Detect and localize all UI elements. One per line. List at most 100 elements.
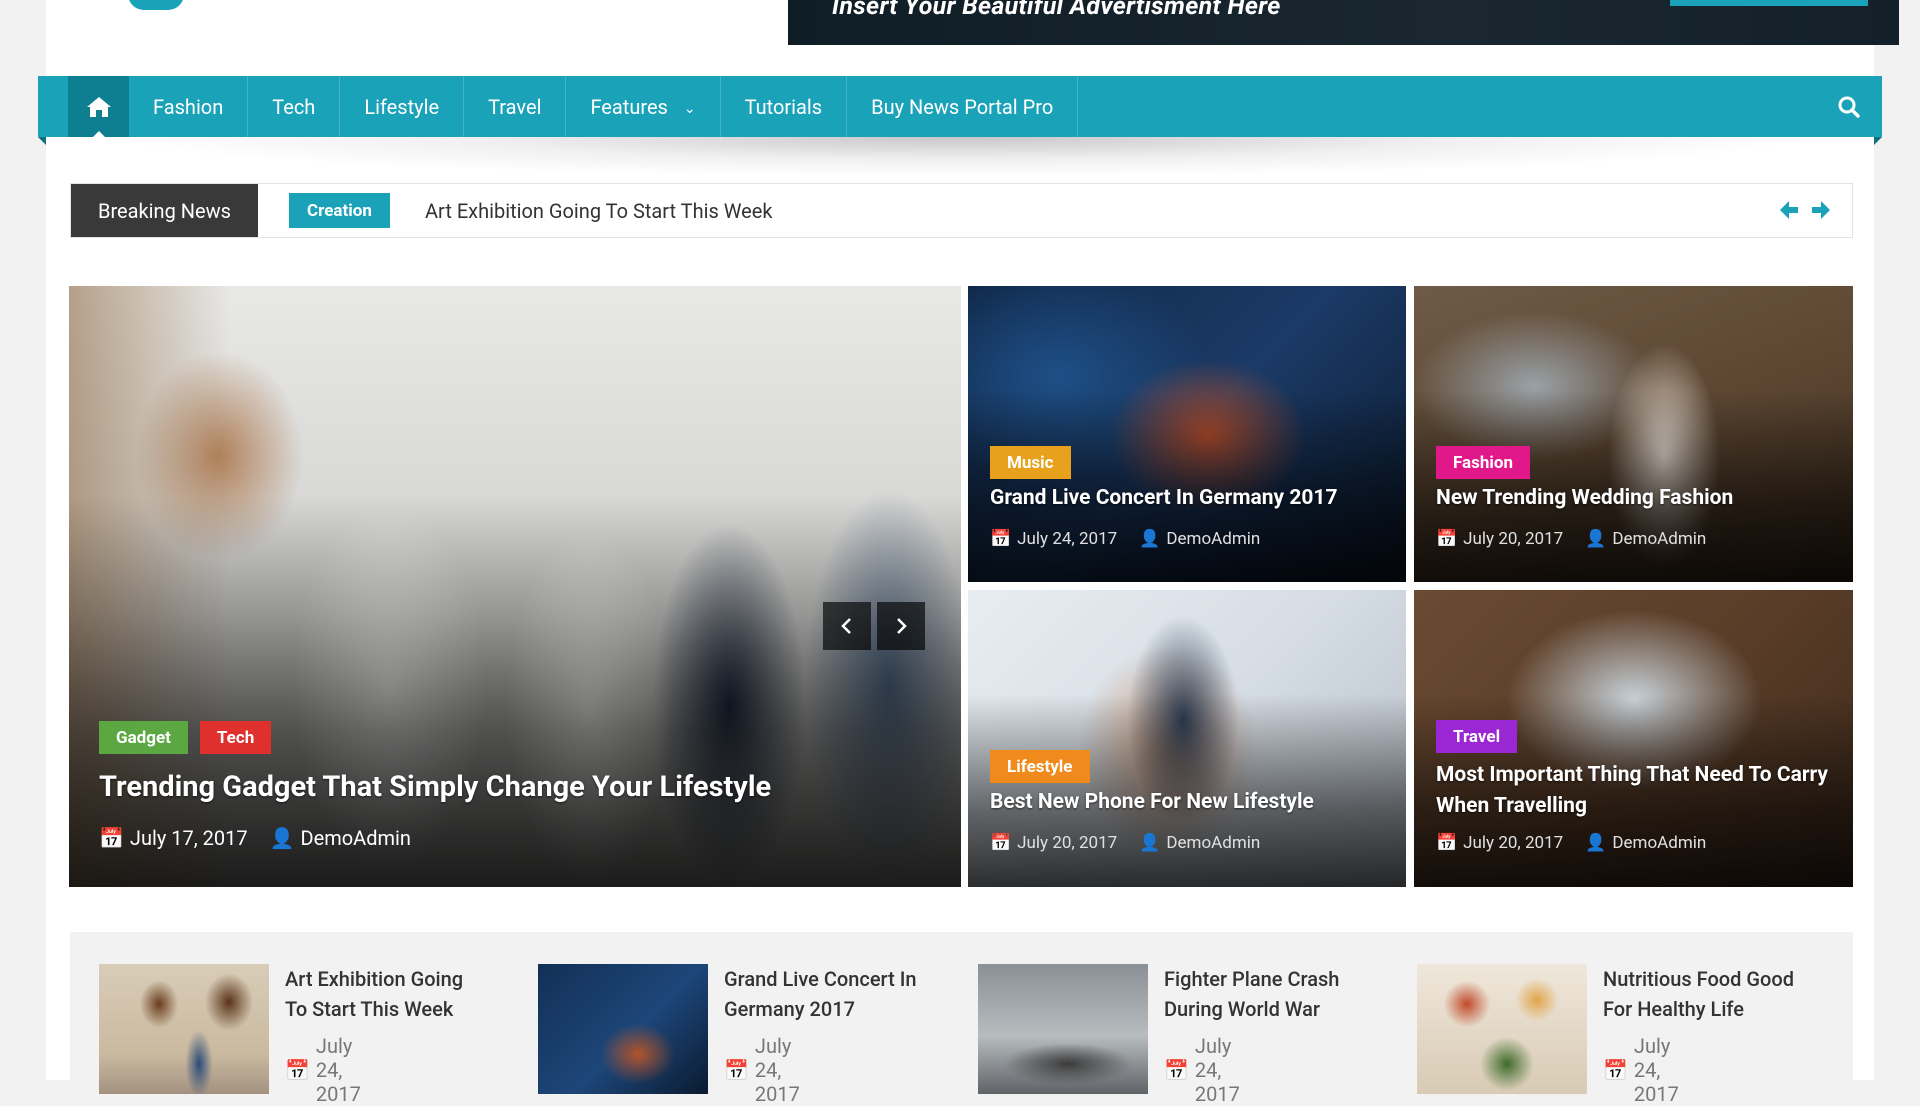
nav-item-label: Tutorials (744, 94, 823, 119)
nav-item-label: Buy News Portal Pro (871, 94, 1054, 119)
nav-item-label: Lifestyle (364, 94, 440, 119)
list-item-date: 📅 July 24, 2017 (724, 1034, 800, 1106)
post-meta: 📅 July 20, 2017 👤 DemoAdmin (1436, 529, 1706, 549)
nav-home-button[interactable] (68, 76, 129, 138)
post-title[interactable]: Most Important Thing That Need To Carry … (1436, 760, 1836, 822)
breaking-news-ticker: Breaking News Creation Art Exhibition Go… (70, 183, 1853, 238)
post-tags: Lifestyle (990, 750, 1090, 783)
post-meta: 📅 July 17, 2017 👤 DemoAdmin (99, 826, 411, 850)
calendar-icon: 📅 (990, 833, 1012, 853)
tag-fashion[interactable]: Fashion (1436, 446, 1531, 479)
post-date[interactable]: July 24, 2017 (755, 1034, 800, 1106)
post-date[interactable]: July 20, 2017 (1463, 833, 1563, 853)
post-tags: Travel (1436, 720, 1518, 753)
list-item-title[interactable]: Nutritious Food Good For Healthy Life (1603, 964, 1803, 1024)
nav-item-travel[interactable]: Travel (464, 76, 567, 137)
user-icon: 👤 (1585, 529, 1607, 549)
post-thumbnail[interactable] (99, 964, 269, 1094)
post-title[interactable]: Trending Gadget That Simply Change Your … (99, 770, 919, 804)
featured-card[interactable]: Fashion New Trending Wedding Fashion 📅 Ju… (1414, 286, 1853, 582)
nav-item-label: Fashion (153, 94, 224, 119)
nav-fold-left (38, 137, 46, 145)
search-icon[interactable] (1836, 94, 1862, 120)
tag-music[interactable]: Music (990, 446, 1071, 479)
arrow-left-icon[interactable] (1778, 198, 1800, 222)
calendar-icon: 📅 (1603, 1058, 1628, 1082)
post-title[interactable]: New Trending Wedding Fashion (1436, 486, 1836, 510)
main-navigation: Fashion Tech Lifestyle Travel Features ⌄ … (38, 76, 1882, 138)
calendar-icon: 📅 (990, 529, 1012, 549)
slider-next-button[interactable] (877, 602, 925, 650)
featured-card[interactable]: Lifestyle Best New Phone For New Lifesty… (968, 590, 1406, 887)
list-item-date: 📅 July 24, 2017 (1164, 1034, 1240, 1106)
post-meta: 📅 July 20, 2017 👤 DemoAdmin (1436, 833, 1706, 853)
home-icon (86, 96, 111, 117)
nav-item-tech[interactable]: Tech (248, 76, 341, 137)
user-icon: 👤 (1139, 833, 1161, 853)
nav-item-label: Travel (488, 94, 542, 119)
ticker-headline[interactable]: Art Exhibition Going To Start This Week (425, 184, 773, 237)
calendar-icon: 📅 (724, 1058, 749, 1082)
list-item-title[interactable]: Grand Live Concert In Germany 2017 (724, 964, 924, 1024)
post-meta: 📅 July 20, 2017 👤 DemoAdmin (990, 833, 1260, 853)
post-thumbnail[interactable] (538, 964, 708, 1094)
list-item-date: 📅 July 24, 2017 (285, 1034, 361, 1106)
ticker-category-tag[interactable]: Creation (289, 193, 390, 228)
calendar-icon: 📅 (1436, 833, 1458, 853)
post-author[interactable]: DemoAdmin (301, 826, 411, 850)
breaking-news-label: Breaking News (71, 184, 258, 237)
list-item-date: 📅 July 24, 2017 (1603, 1034, 1679, 1106)
nav-item-buy-pro[interactable]: Buy News Portal Pro (847, 76, 1079, 137)
user-icon: 👤 (1139, 529, 1161, 549)
chevron-left-icon (841, 618, 851, 634)
post-date[interactable]: July 17, 2017 (130, 826, 248, 850)
post-meta: 📅 July 24, 2017 👤 DemoAdmin (990, 529, 1260, 549)
post-title[interactable]: Grand Live Concert In Germany 2017 (990, 486, 1390, 510)
post-thumbnail[interactable] (1417, 964, 1587, 1094)
calendar-icon: 📅 (285, 1058, 310, 1082)
post-title[interactable]: Best New Phone For New Lifestyle (990, 790, 1390, 814)
ticker-controls (1778, 198, 1832, 222)
post-tags: Fashion (1436, 446, 1531, 479)
arrow-right-icon[interactable] (1810, 198, 1832, 222)
tag-gadget[interactable]: Gadget (99, 721, 188, 754)
post-date[interactable]: July 20, 2017 (1463, 529, 1563, 549)
chevron-down-icon: ⌄ (683, 100, 696, 117)
post-author[interactable]: DemoAdmin (1612, 833, 1706, 853)
nav-item-label: Features (590, 94, 668, 119)
tag-tech[interactable]: Tech (199, 721, 272, 754)
post-date[interactable]: July 24, 2017 (1017, 529, 1117, 549)
nav-item-lifestyle[interactable]: Lifestyle (340, 76, 465, 137)
tag-lifestyle[interactable]: Lifestyle (990, 750, 1090, 783)
featured-card[interactable]: Travel Most Important Thing That Need To… (1414, 590, 1853, 887)
list-item-title[interactable]: Art Exhibition Going To Start This Week (285, 964, 485, 1024)
nav-menu: Fashion Tech Lifestyle Travel Features ⌄ … (129, 76, 1079, 137)
ad-cta-button[interactable] (1670, 0, 1868, 6)
post-author[interactable]: DemoAdmin (1166, 529, 1260, 549)
calendar-icon: 📅 (1436, 529, 1458, 549)
post-date[interactable]: July 24, 2017 (316, 1034, 361, 1106)
post-author[interactable]: DemoAdmin (1166, 833, 1260, 853)
site-logo[interactable] (128, 0, 184, 10)
post-date[interactable]: July 24, 2017 (1634, 1034, 1679, 1106)
chevron-right-icon (897, 618, 907, 634)
post-tags: Gadget Tech (99, 721, 272, 754)
featured-slider[interactable]: Gadget Tech Trending Gadget That Simply … (69, 286, 961, 887)
user-icon: 👤 (1585, 833, 1607, 853)
tag-travel[interactable]: Travel (1436, 720, 1518, 753)
post-date[interactable]: July 20, 2017 (1017, 833, 1117, 853)
post-thumbnail[interactable] (978, 964, 1148, 1094)
list-item-title[interactable]: Fighter Plane Crash During World War (1164, 964, 1364, 1024)
nav-item-label: Tech (272, 94, 316, 119)
nav-shadow (100, 137, 1820, 177)
featured-card[interactable]: Music Grand Live Concert In Germany 2017… (968, 286, 1406, 582)
header-advertisement[interactable]: Insert Your Beautiful Advertisment Here (788, 0, 1899, 45)
nav-item-tutorials[interactable]: Tutorials (721, 76, 848, 137)
nav-item-features[interactable]: Features ⌄ (566, 76, 721, 137)
slider-prev-button[interactable] (823, 602, 871, 650)
post-date[interactable]: July 24, 2017 (1195, 1034, 1240, 1106)
post-author[interactable]: DemoAdmin (1612, 529, 1706, 549)
calendar-icon: 📅 (99, 826, 124, 850)
post-tags: Music (990, 446, 1071, 479)
nav-item-fashion[interactable]: Fashion (129, 76, 249, 137)
